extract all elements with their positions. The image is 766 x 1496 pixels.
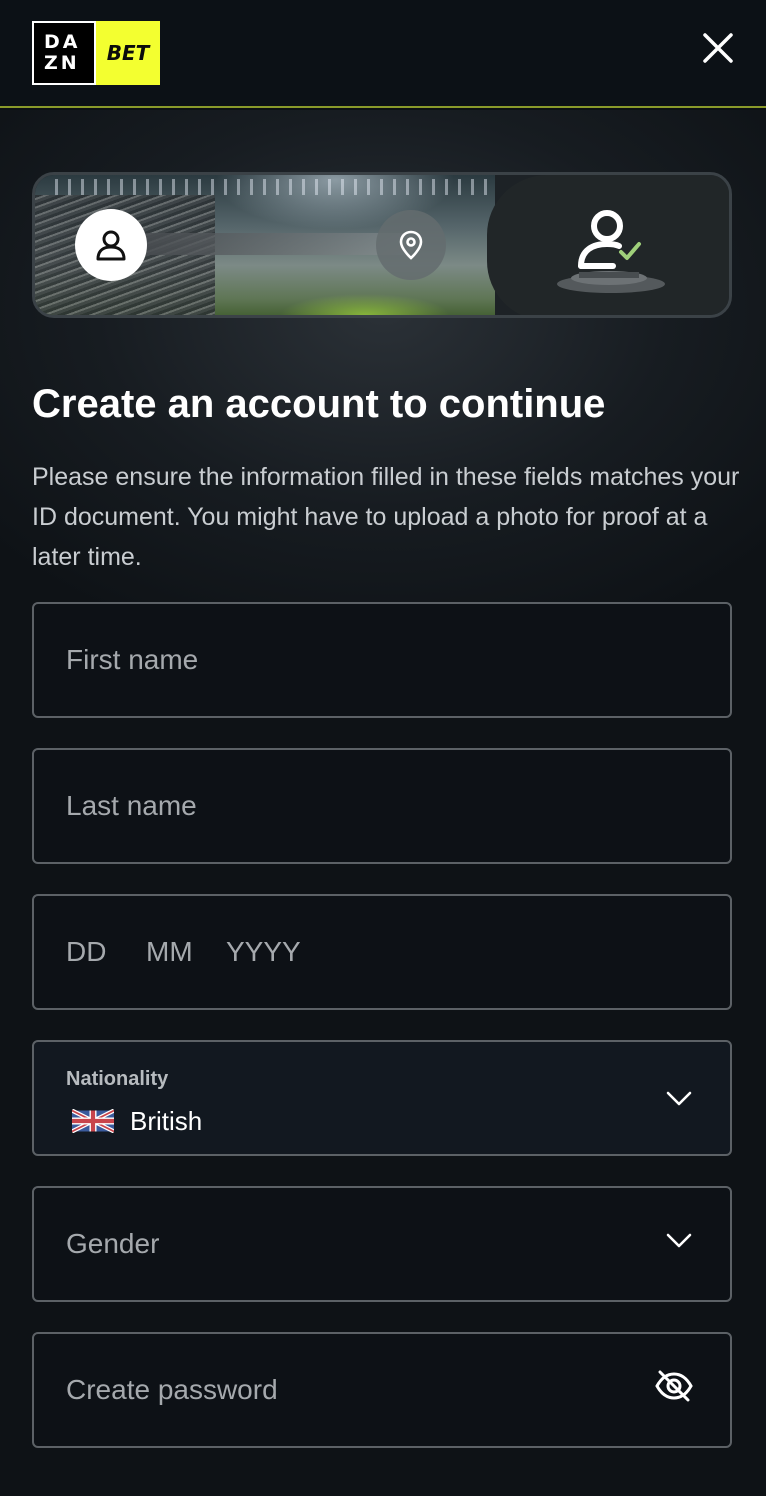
progress-track: [135, 233, 415, 255]
logo-dazn-top: DA: [44, 31, 81, 53]
first-name-field[interactable]: First name: [32, 602, 732, 718]
chevron-down-icon: [666, 1091, 692, 1106]
dazn-logo: DA ZN: [32, 21, 96, 85]
step-verification: [487, 175, 729, 315]
location-pin-icon: [399, 230, 423, 260]
password-field[interactable]: Create password: [32, 1332, 732, 1448]
close-icon: [703, 33, 733, 63]
main-content: Create an account to continue Please ens…: [0, 110, 766, 1496]
nationality-select[interactable]: Nationality British: [32, 1040, 732, 1156]
eye-off-icon[interactable]: [654, 1368, 694, 1404]
page-subtitle: Please ensure the information filled in …: [32, 463, 740, 571]
password-placeholder: Create password: [66, 1374, 278, 1405]
bet-logo: BET: [96, 21, 160, 85]
top-bar: DA ZN BET: [0, 0, 766, 108]
gender-placeholder: Gender: [66, 1228, 160, 1259]
date-of-birth-inputs: DD MM YYYY: [66, 936, 301, 968]
first-name-placeholder: First name: [66, 644, 199, 675]
dob-month-input[interactable]: MM: [146, 936, 226, 968]
step-address: [376, 210, 446, 280]
chevron-down-icon: [666, 1233, 692, 1248]
dob-day-input[interactable]: DD: [66, 936, 146, 968]
page-title: Create an account to continue: [32, 382, 606, 426]
dazn-bet-logo[interactable]: DA ZN BET: [32, 21, 160, 85]
nationality-label: Nationality: [66, 1068, 169, 1090]
nationality-value: British: [130, 1106, 203, 1136]
verified-user-icon: [557, 210, 665, 293]
logo-dazn-bottom: ZN: [44, 52, 80, 74]
uk-flag-icon: [72, 1109, 114, 1133]
user-icon: [96, 230, 126, 261]
registration-stepper: [32, 172, 732, 318]
gender-select[interactable]: Gender: [32, 1186, 732, 1302]
close-button[interactable]: [700, 30, 736, 66]
dob-year-input[interactable]: YYYY: [226, 936, 301, 968]
date-of-birth-field[interactable]: DD MM YYYY: [32, 894, 732, 1010]
last-name-placeholder: Last name: [66, 790, 197, 821]
step-personal-details: [75, 209, 147, 281]
last-name-field[interactable]: Last name: [32, 748, 732, 864]
